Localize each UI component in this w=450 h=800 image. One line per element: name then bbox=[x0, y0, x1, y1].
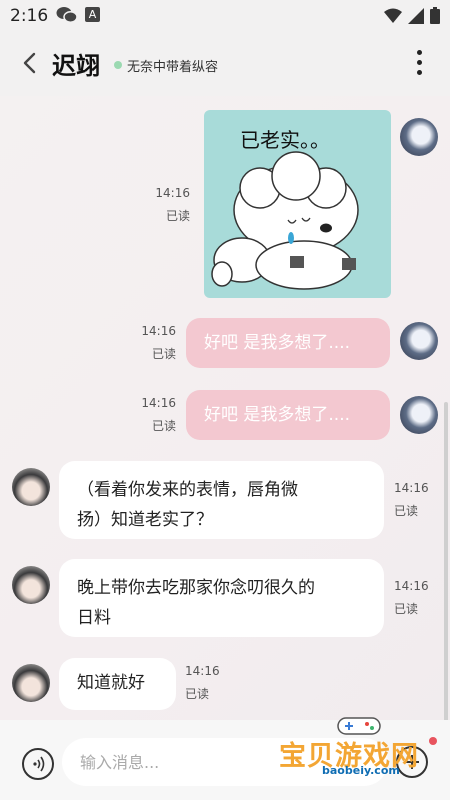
voice-input-button[interactable] bbox=[22, 748, 54, 780]
message-time: 14:16 bbox=[155, 186, 190, 200]
wechat-icon bbox=[56, 7, 78, 23]
message-meta: 14:16 已读 bbox=[150, 182, 190, 228]
message-time: 14:16 bbox=[141, 396, 176, 410]
message-bubble-incoming[interactable]: （看着你发来的表情，唇角微 扬）知道老实了？ bbox=[59, 461, 384, 539]
message-meta: 14:16 已读 bbox=[138, 392, 176, 438]
message-time: 14:16 bbox=[394, 481, 429, 495]
message-line: （看着你发来的表情，唇角微 bbox=[77, 480, 298, 500]
battery-icon bbox=[430, 7, 440, 24]
contact-name: 迟翊 bbox=[52, 52, 100, 80]
read-receipt: 已读 bbox=[185, 687, 210, 701]
message-bubble-incoming[interactable]: 晚上带你去吃那家你念叨很久的 日料 bbox=[59, 559, 384, 637]
signal-icon bbox=[408, 7, 424, 24]
chat-header: 迟翊 无奈中带着纵容 bbox=[0, 32, 450, 96]
message-meta: 14:16 已读 bbox=[394, 575, 429, 621]
contact-avatar[interactable] bbox=[12, 664, 50, 702]
message-meta: 14:16 已读 bbox=[185, 660, 220, 706]
message-bubble-outgoing[interactable]: 好吧 是我多想了.... bbox=[186, 318, 390, 368]
more-options-icon[interactable] bbox=[416, 50, 422, 76]
wifi-icon bbox=[384, 8, 402, 23]
read-receipt: 已读 bbox=[151, 419, 176, 433]
message-line: 晚上带你去吃那家你念叨很久的 bbox=[77, 578, 315, 598]
message-line: 日料 bbox=[77, 608, 111, 628]
contact-avatar[interactable] bbox=[12, 468, 50, 506]
message-time: 14:16 bbox=[394, 579, 429, 593]
add-attachment-button[interactable] bbox=[396, 746, 428, 778]
online-status-dot bbox=[114, 61, 122, 69]
voice-icon bbox=[33, 756, 45, 772]
scrollbar[interactable] bbox=[444, 402, 448, 720]
status-bar: 2:16 A bbox=[0, 0, 450, 32]
message-line: 扬）知道老实了？ bbox=[77, 510, 213, 530]
message-meta: 14:16 已读 bbox=[138, 320, 176, 366]
contact-status: 无奈中带着纵容 bbox=[127, 60, 219, 75]
message-time: 14:16 bbox=[141, 324, 176, 338]
message-time: 14:16 bbox=[185, 664, 220, 678]
clock: 2:16 bbox=[10, 6, 49, 26]
back-arrow-icon[interactable] bbox=[16, 48, 46, 78]
my-avatar[interactable] bbox=[400, 118, 438, 156]
puppy-sticker-image bbox=[211, 151, 359, 290]
sticker-message[interactable]: 已老实。。 bbox=[204, 110, 391, 298]
message-bubble-outgoing[interactable]: 好吧 是我多想了.... bbox=[186, 390, 390, 440]
contact-avatar[interactable] bbox=[12, 566, 50, 604]
my-avatar[interactable] bbox=[400, 322, 438, 360]
read-receipt: 已读 bbox=[151, 347, 176, 361]
read-receipt: 已读 bbox=[394, 602, 419, 616]
app-notification-icon: A bbox=[85, 7, 100, 22]
message-input[interactable] bbox=[62, 738, 388, 786]
message-bubble-incoming[interactable]: 知道就好 bbox=[59, 658, 176, 710]
my-avatar[interactable] bbox=[400, 396, 438, 434]
message-meta: 14:16 已读 bbox=[394, 477, 429, 523]
read-receipt: 已读 bbox=[394, 504, 419, 518]
chat-area[interactable]: 14:16 已读 已老实。。 14:16 已读 好吧 是我多想了.... 14:… bbox=[0, 96, 450, 720]
read-receipt: 已读 bbox=[165, 209, 190, 223]
message-line: 知道就好 bbox=[77, 673, 145, 693]
